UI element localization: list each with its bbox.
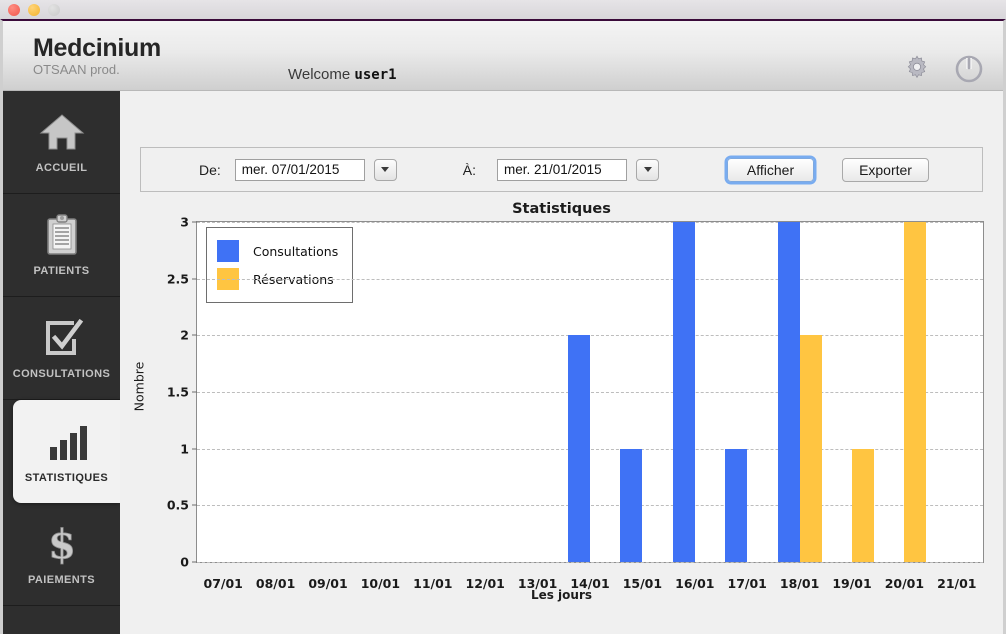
zoom-window-button[interactable] [48, 4, 60, 16]
chart-x-tick-label: 17/01 [727, 576, 767, 591]
checkbox-icon [40, 316, 84, 360]
chart-x-tick-label: 08/01 [255, 576, 296, 591]
chart-y-tick-mark [192, 334, 197, 336]
chart-x-tick-label: 20/01 [884, 576, 925, 591]
app-window: Medcinium OTSAAN prod. Welcome user1 ACC… [0, 19, 1006, 634]
sidebar-item-consultations[interactable]: CONSULTATIONS [3, 297, 120, 400]
bar-chart-icon [45, 420, 89, 464]
chart-x-tick-label: 21/01 [937, 576, 977, 591]
chart-x-tick-label: 18/01 [779, 576, 820, 591]
chart-bar [852, 448, 874, 562]
chart-x-tick-label: 12/01 [465, 576, 505, 591]
chart-bar [725, 448, 748, 562]
chart-y-tick-mark [192, 561, 197, 563]
date-to-input[interactable] [497, 158, 628, 181]
chart-y-tick-mark [192, 278, 197, 280]
chart-title: Statistiques [512, 201, 611, 217]
brand-name: Medcinium [33, 34, 161, 62]
welcome-message: Welcome user1 [288, 66, 397, 83]
date-from-stepper[interactable] [373, 158, 397, 181]
gear-icon[interactable] [901, 53, 933, 90]
statistics-chart: Statistiques Nombre Les jours Consultati… [120, 201, 1003, 634]
chart-plot-area: Consultations Réservations 0 0.5 1 1.5 2 2.5 3… [167, 215, 984, 591]
chart-x-tick-label: 13/01 [517, 576, 558, 591]
chart-gridline [197, 222, 983, 223]
chart-x-tick-label: 14/01 [570, 576, 610, 591]
minimize-window-button[interactable] [28, 4, 40, 16]
home-icon [39, 110, 85, 154]
date-from-input[interactable] [234, 158, 365, 181]
dollar-icon: $ [42, 521, 82, 567]
sidebar-item-label: STATISTIQUES [24, 471, 109, 484]
chart-y-tick-label: 1 [180, 441, 189, 457]
sidebar-item-label: ACCUEIL [35, 162, 88, 174]
date-to-stepper[interactable] [636, 158, 660, 181]
app-header: Medcinium OTSAAN prod. Welcome user1 [3, 21, 1003, 91]
to-label: À: [462, 161, 477, 178]
traffic-lights [8, 4, 60, 16]
sidebar-item-label: CONSULTATIONS [12, 368, 111, 380]
sidebar-item-label: PATIENTS [33, 265, 90, 277]
welcome-username: user1 [354, 67, 397, 83]
exporter-button[interactable]: Exporter [842, 157, 930, 182]
sidebar-item-statistiques[interactable]: STATISTIQUES [13, 400, 120, 503]
welcome-prefix: Welcome [288, 66, 351, 83]
chart-y-tick-mark [192, 221, 197, 223]
chart-gridline [197, 278, 983, 280]
app-brand: Medcinium OTSAAN prod. [33, 34, 161, 77]
sidebar-item-label: PAIEMENTS [28, 574, 95, 586]
chart-gridline [197, 335, 983, 337]
chart-y-tick-mark [192, 504, 197, 506]
sidebar-nav: ACCUEIL PATIENTS CONSULTATIONS STATISTIQ… [3, 91, 120, 634]
chevron-down-icon [381, 167, 390, 172]
chart-x-tick-label: 09/01 [308, 576, 348, 591]
header-actions [901, 53, 985, 90]
legend-swatch [217, 240, 239, 262]
chart-bar [568, 335, 590, 562]
chart-x-tick-label: 10/01 [360, 576, 401, 591]
chart-y-tick-label: 2 [180, 327, 189, 343]
sidebar-item-accueil[interactable]: ACCUEIL [3, 91, 120, 194]
chart-bar [904, 222, 927, 562]
chart-y-tick-mark [192, 391, 197, 393]
chart-y-axis-label: Nombre [131, 361, 147, 412]
chart-y-tick-label: 3 [180, 214, 189, 230]
chart-bar [672, 222, 695, 562]
os-title-bar [0, 0, 1006, 19]
chart-bar [620, 448, 643, 562]
legend-item: Consultations [217, 237, 338, 265]
clipboard-icon [42, 213, 82, 257]
filter-toolbar: De: À: Afficher Exporter [140, 147, 983, 192]
application-window: Medcinium OTSAAN prod. Welcome user1 ACC… [0, 0, 1006, 634]
chart-bar [799, 335, 822, 562]
close-window-button[interactable] [8, 4, 20, 16]
afficher-button[interactable]: Afficher [727, 157, 815, 182]
chart-y-tick-mark [192, 448, 197, 450]
chart-x-tick-label: 19/01 [832, 576, 872, 591]
chart-gridline [197, 392, 983, 393]
chart-x-tick-label: 15/01 [622, 576, 663, 591]
sidebar-item-patients[interactable]: PATIENTS [3, 194, 120, 297]
main-content: De: À: Afficher Exporter Statistiques No… [120, 91, 1003, 634]
chart-gridline [197, 562, 983, 563]
chart-bar [777, 222, 800, 562]
brand-subtitle: OTSAAN prod. [33, 62, 120, 77]
chart-y-tick-label: 1.5 [166, 384, 189, 400]
chevron-down-icon [643, 167, 652, 172]
chart-y-tick-label: 0 [180, 554, 189, 570]
chart-y-tick-label: 0.5 [166, 497, 189, 513]
svg-text:$: $ [48, 521, 76, 567]
chart-x-tick-label: 07/01 [203, 576, 243, 591]
chart-legend: Consultations Réservations [206, 227, 354, 303]
chart-x-tick-label: 16/01 [675, 576, 715, 591]
from-label: De: [199, 161, 221, 178]
chart-x-tick-label: 11/01 [413, 576, 453, 591]
sidebar-item-paiements[interactable]: $ PAIEMENTS [3, 503, 120, 606]
chart-y-tick-label: 2.5 [166, 271, 189, 287]
power-icon[interactable] [953, 53, 985, 90]
legend-label: Consultations [253, 243, 339, 259]
